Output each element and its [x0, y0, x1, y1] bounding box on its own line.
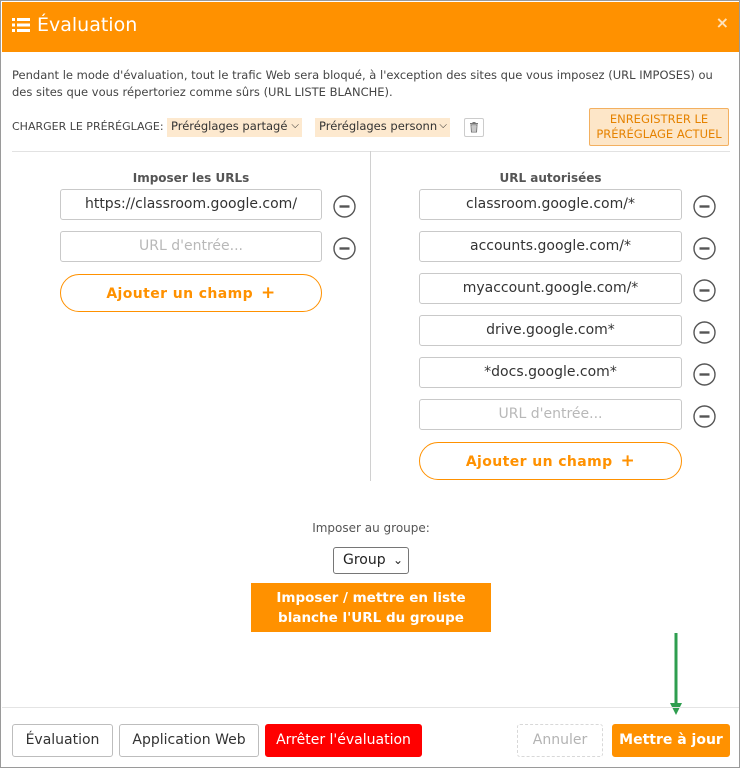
allowed-url-input[interactable]: myaccount.google.com/* [419, 273, 682, 304]
add-field-label: Ajouter un champ [465, 454, 613, 470]
dialog-header: Évaluation × [2, 2, 739, 52]
footer-divider [2, 707, 739, 708]
column-divider [370, 151, 371, 481]
remove-url-button[interactable] [693, 405, 716, 428]
group-select-value: Group [343, 552, 386, 568]
remove-url-button[interactable] [693, 321, 716, 344]
allowed-urls-heading: URL autorisées [499, 171, 602, 185]
personal-presets-select[interactable]: Préréglages personn ⌵ [315, 118, 450, 137]
section-divider [12, 151, 730, 152]
chevron-down-icon: ⌵ [291, 120, 299, 131]
cancel-button[interactable]: Annuler [517, 724, 603, 757]
imposed-url-input[interactable]: https://classroom.google.com/ [60, 189, 322, 220]
remove-url-button[interactable] [693, 195, 716, 218]
chevron-down-icon: ⌄ [392, 553, 403, 567]
remove-url-button[interactable] [693, 279, 716, 302]
allowed-url-input[interactable]: drive.google.com* [419, 315, 682, 346]
delete-preset-button[interactable] [464, 118, 484, 137]
close-icon[interactable]: × [716, 13, 729, 32]
group-select[interactable]: Group ⌄ [333, 547, 409, 574]
plus-icon: + [620, 451, 636, 471]
trash-icon [470, 122, 478, 133]
stop-evaluation-button[interactable]: Arrêter l'évaluation [265, 724, 422, 757]
add-allowed-field-button[interactable]: Ajouter un champ + [419, 442, 682, 480]
description-text: Pendant le mode d'évaluation, tout le tr… [12, 68, 713, 99]
imposed-urls-heading: Imposer les URLs [132, 171, 250, 185]
allowed-url-input[interactable]: classroom.google.com/* [419, 189, 682, 220]
remove-url-button[interactable] [333, 195, 356, 218]
shared-presets-value: Préréglages partagé [171, 119, 288, 133]
add-field-label: Ajouter un champ [106, 286, 254, 302]
allowed-url-empty-input[interactable]: URL d'entrée... [419, 399, 682, 430]
list-icon [12, 18, 30, 32]
evaluation-button[interactable]: Évaluation [12, 724, 113, 757]
web-application-button[interactable]: Application Web [119, 724, 259, 757]
remove-url-button[interactable] [693, 237, 716, 260]
impose-group-url-button[interactable]: Imposer / mettre en liste blanche l'URL … [251, 583, 491, 632]
arrow-down-icon [670, 633, 682, 715]
chevron-down-icon: ⌵ [439, 120, 447, 131]
plus-icon: + [261, 283, 276, 303]
load-preset-label: CHARGER LE PRÉRÉGLAGE: [12, 120, 164, 133]
shared-presets-select[interactable]: Préréglages partagé ⌵ [167, 118, 302, 137]
remove-url-button[interactable] [333, 237, 356, 260]
allowed-url-input[interactable]: *docs.google.com* [419, 357, 682, 388]
allowed-url-input[interactable]: accounts.google.com/* [419, 231, 682, 262]
impose-group-label: Imposer au groupe: [312, 521, 430, 535]
update-button[interactable]: Mettre à jour [612, 724, 730, 757]
remove-url-button[interactable] [693, 363, 716, 386]
add-imposed-field-button[interactable]: Ajouter un champ + [60, 274, 322, 312]
save-preset-button[interactable]: ENREGISTRER LE PRÉRÉGLAGE ACTUEL [589, 108, 729, 146]
personal-presets-value: Préréglages personn [319, 119, 438, 133]
imposed-url-empty-input[interactable]: URL d'entrée... [60, 231, 322, 262]
dialog-title: Évaluation [37, 14, 138, 36]
evaluation-dialog: Évaluation × Pendant le mode d'évaluatio… [0, 0, 740, 768]
